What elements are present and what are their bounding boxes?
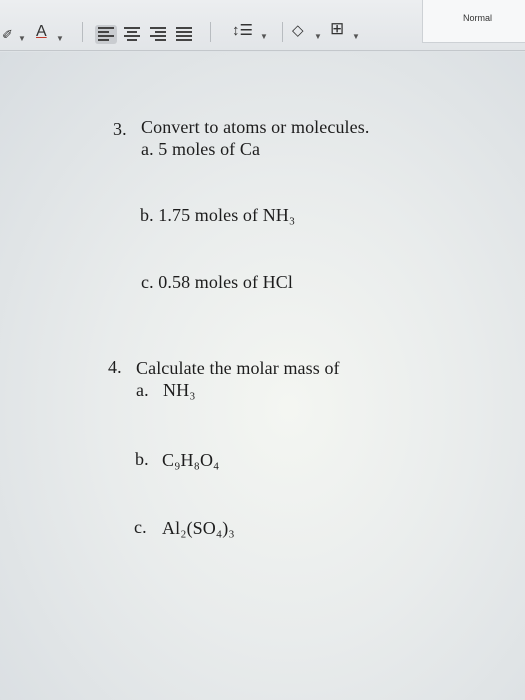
question-3a: a. 5 moles of Ca <box>141 139 261 159</box>
chevron-down-icon[interactable]: ▼ <box>314 30 322 44</box>
question-3c: c. 0.58 moles of HCl <box>141 272 293 292</box>
highlight-icon[interactable]: ✐ <box>2 28 13 42</box>
toolbar-separator <box>210 22 211 42</box>
style-gallery[interactable]: Normal <box>422 0 525 43</box>
align-center-icon[interactable] <box>122 26 142 43</box>
toolbar-separator <box>82 22 83 42</box>
align-right-icon[interactable] <box>148 26 168 43</box>
line-spacing-icon[interactable]: ↕☰ <box>232 23 253 38</box>
question-number-3: 3. <box>113 119 127 139</box>
chevron-down-icon[interactable]: ▼ <box>260 30 268 44</box>
chevron-down-icon[interactable]: ▼ <box>352 30 360 44</box>
chevron-down-icon[interactable]: ▼ <box>18 32 26 46</box>
toolbar-separator <box>282 22 283 42</box>
question-4b-label: b. <box>135 449 149 469</box>
question-3b: b. 1.75 moles of NH₃ <box>140 205 296 225</box>
font-color-button[interactable]: A <box>36 24 47 40</box>
question-4c-formula: Al₂(SO₄)₃ <box>162 518 235 538</box>
align-left-icon[interactable] <box>95 25 117 44</box>
question-3-prompt: Convert to atoms or molecules. <box>141 117 370 137</box>
style-normal[interactable]: Normal <box>463 13 492 23</box>
chevron-down-icon[interactable]: ▼ <box>56 32 64 46</box>
question-4a-label: a. <box>136 380 149 400</box>
formatting-ribbon: ✐ ▼ A ▼ ↕☰ ▼ ◇ ▼ ⊞ ▼ Normal <box>0 0 525 51</box>
borders-icon[interactable]: ⊞ <box>330 20 344 37</box>
question-4a-formula: NH₃ <box>163 380 196 400</box>
document-page[interactable]: 3. Convert to atoms or molecules. a. 5 m… <box>0 52 525 700</box>
question-4b-formula: C₉H₈O₄ <box>162 450 220 470</box>
justify-icon[interactable] <box>174 26 194 43</box>
shading-icon[interactable]: ◇ <box>292 23 304 38</box>
question-4-prompt: Calculate the molar mass of <box>136 358 340 378</box>
question-4c-label: c. <box>134 517 147 537</box>
question-number-4: 4. <box>108 357 122 377</box>
